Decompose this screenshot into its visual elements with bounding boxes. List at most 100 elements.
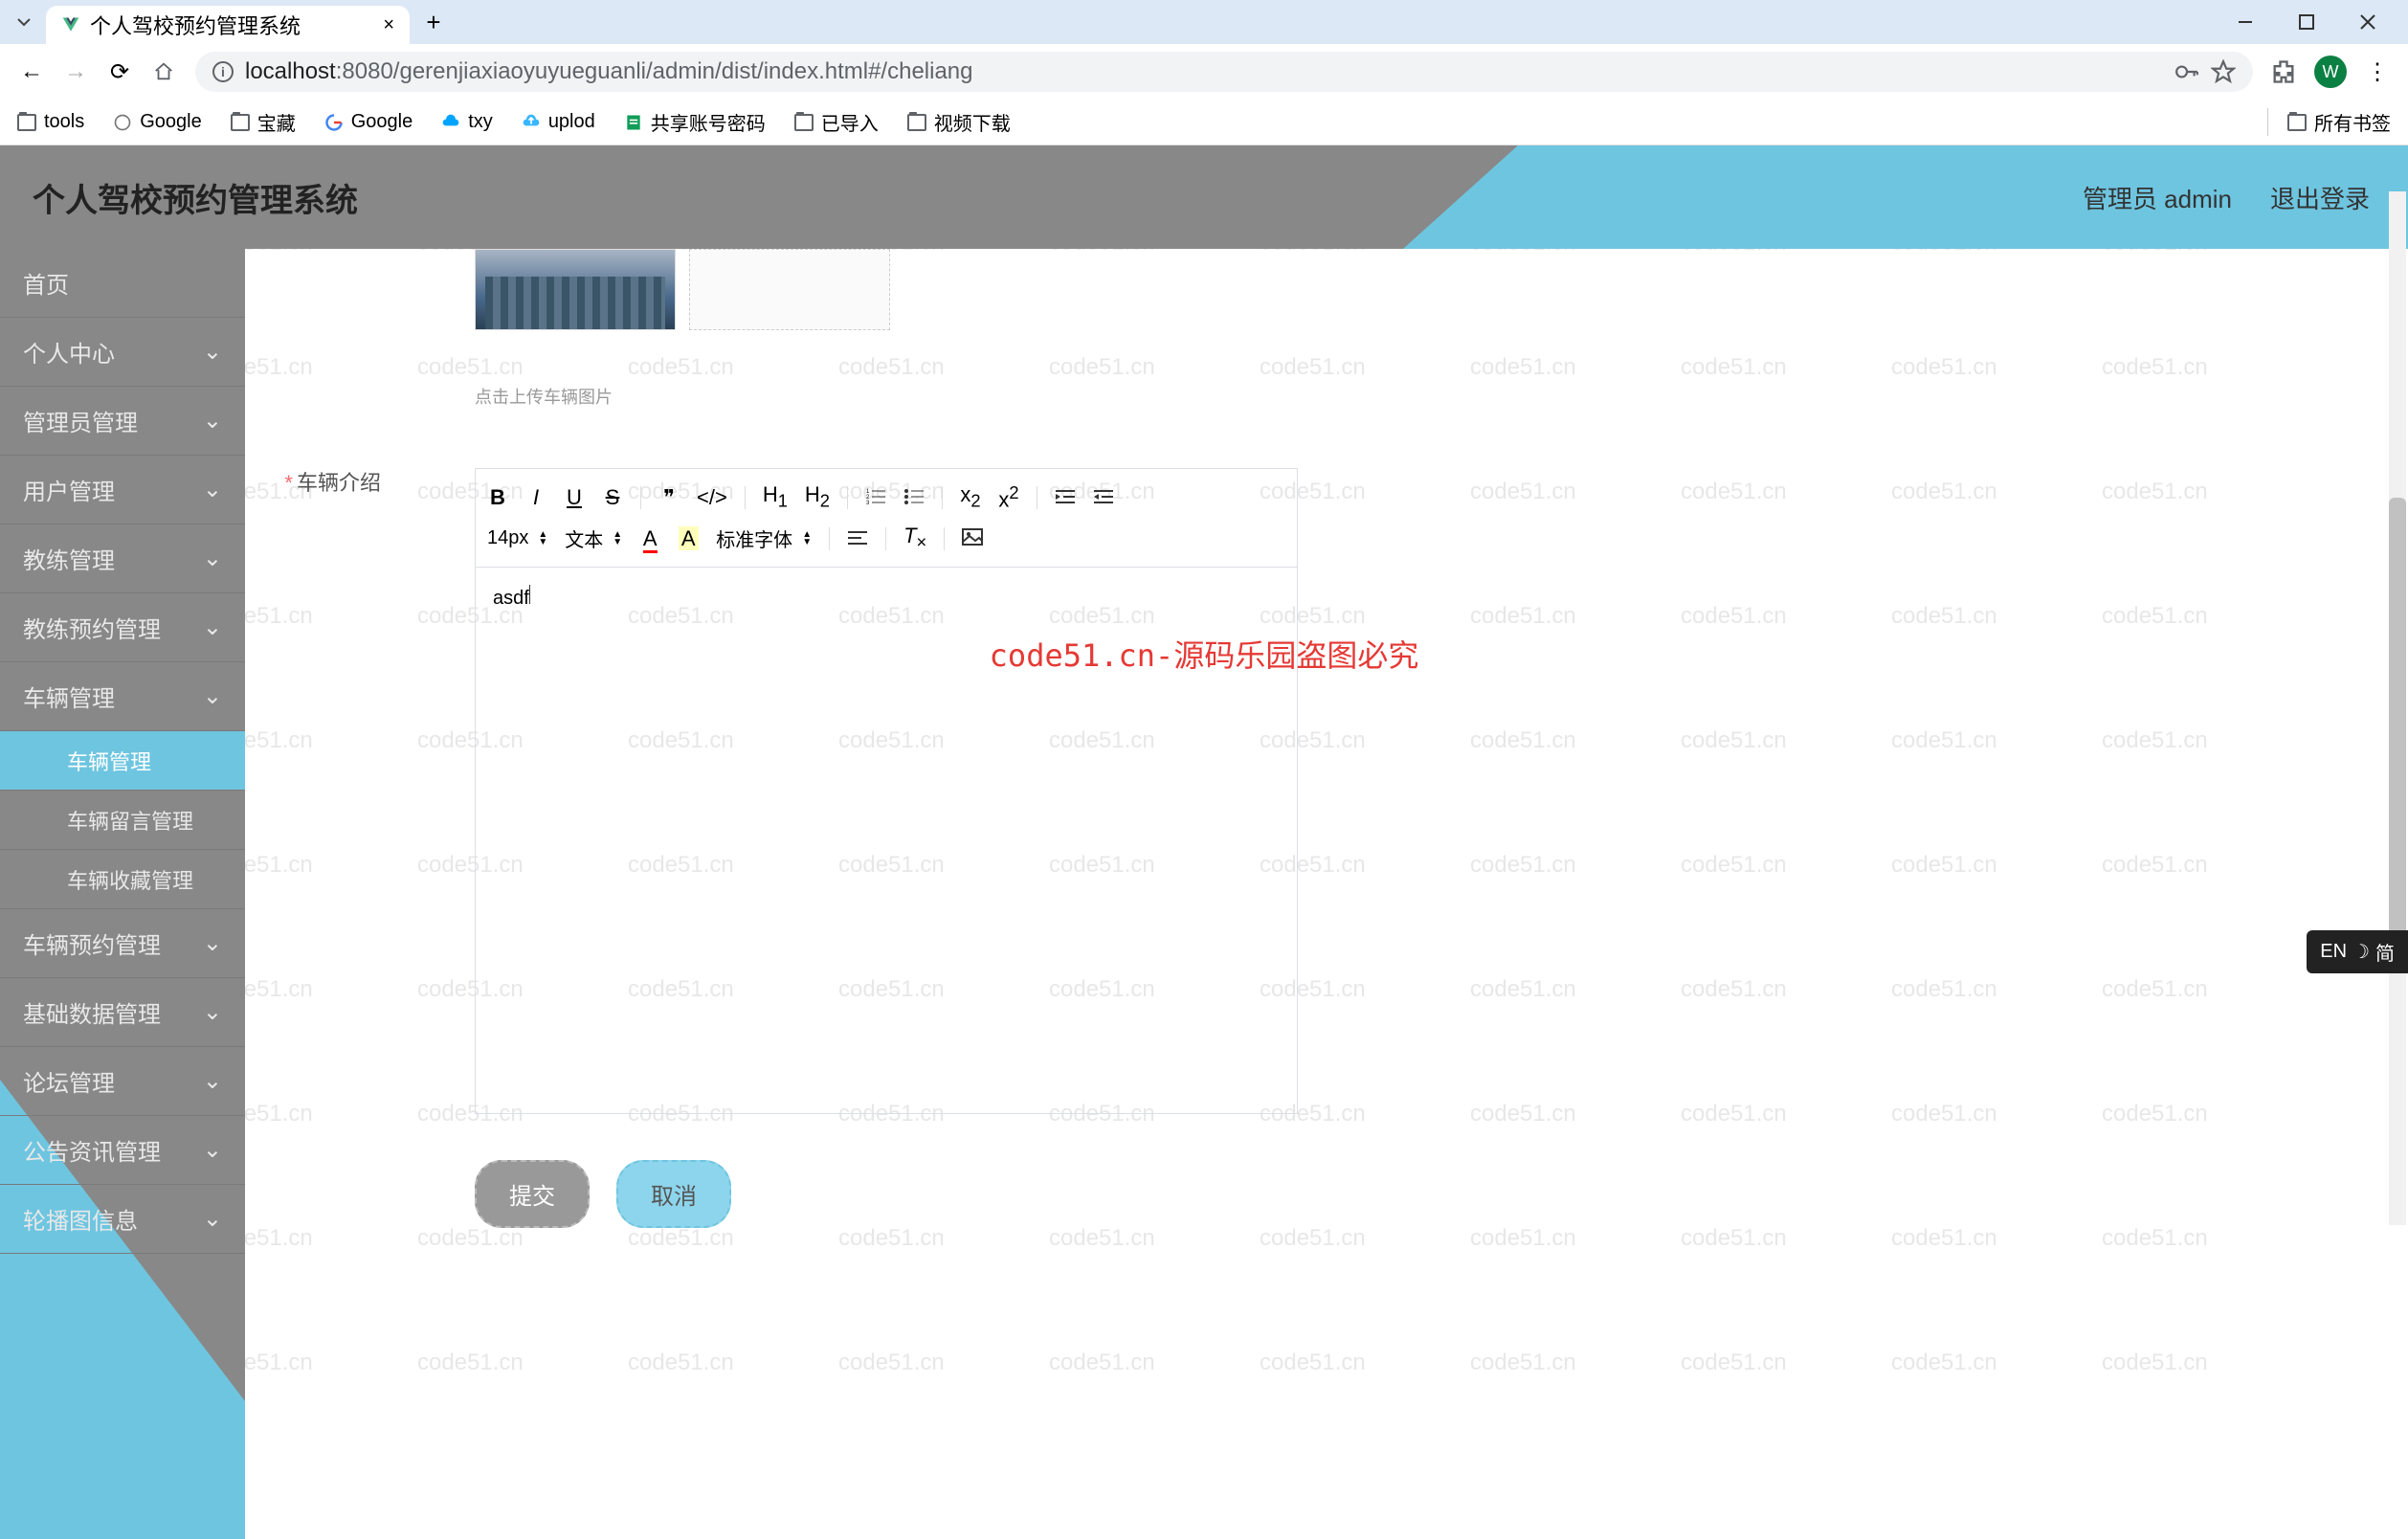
font-family-select[interactable]: 标准字体▲▼ xyxy=(716,524,812,552)
profile-avatar[interactable]: W xyxy=(2314,56,2347,88)
italic-button[interactable]: I xyxy=(525,485,546,510)
bg-color-button[interactable]: A xyxy=(678,526,699,551)
sidebar-item-coach-mgmt[interactable]: 教练管理⌄ xyxy=(0,524,245,593)
star-bookmark-icon[interactable] xyxy=(2211,59,2236,84)
ime-indicator[interactable]: EN ☽ 简 xyxy=(2307,930,2408,973)
tab-list-dropdown[interactable] xyxy=(10,8,38,36)
strike-button[interactable]: S xyxy=(602,485,623,510)
subscript-button[interactable]: x2 xyxy=(960,482,981,511)
chevron-down-icon: ⌄ xyxy=(203,613,222,641)
bold-button[interactable]: B xyxy=(487,485,508,510)
rich-text-editor: B I U S ❞ </> H1 H2 123 x2 xyxy=(475,468,1298,1114)
folder-icon xyxy=(2287,114,2307,131)
watermark-warning: code51.cn-源码乐园盗图必究 xyxy=(990,632,1419,676)
browser-tab-strip: 个人驾校预约管理系统 × + xyxy=(0,0,2408,44)
sidebar-item-vehicle-favorites[interactable]: 车辆收藏管理 xyxy=(0,850,245,909)
bookmark-imported[interactable]: 已导入 xyxy=(794,108,879,136)
sidebar-item-vehicle-comments[interactable]: 车辆留言管理 xyxy=(0,791,245,850)
text-style-select[interactable]: 文本▲▼ xyxy=(565,524,622,552)
underline-button[interactable]: U xyxy=(564,485,585,510)
folder-icon xyxy=(231,114,250,131)
address-bar[interactable]: i localhost:8080/gerenjiaxiaoyuyueguanli… xyxy=(195,52,2253,92)
sidebar-item-forum[interactable]: 论坛管理⌄ xyxy=(0,1047,245,1116)
sidebar-item-user-mgmt[interactable]: 用户管理⌄ xyxy=(0,456,245,524)
font-size-select[interactable]: 14px▲▼ xyxy=(487,527,547,549)
browser-tab-active[interactable]: 个人驾校预约管理系统 × xyxy=(46,6,410,44)
browser-toolbar: ← → ⟳ i localhost:8080/gerenjiaxiaoyuyue… xyxy=(0,44,2408,100)
sidebar-item-home[interactable]: 首页 xyxy=(0,249,245,318)
align-button[interactable] xyxy=(847,526,868,551)
chevron-down-icon: ⌄ xyxy=(203,1067,222,1095)
cloud-icon xyxy=(441,113,460,132)
bookmark-google-g[interactable]: Google xyxy=(324,111,413,133)
admin-label[interactable]: 管理员 admin xyxy=(2083,180,2232,215)
bookmark-google[interactable]: Google xyxy=(113,111,202,133)
bookmark-video-download[interactable]: 视频下载 xyxy=(907,108,1011,136)
scrollbar-thumb[interactable] xyxy=(2389,498,2406,957)
sidebar-item-vehicle-mgmt[interactable]: 车辆管理⌄ xyxy=(0,662,245,731)
tab-close-icon[interactable]: × xyxy=(383,14,394,36)
tab-title: 个人驾校预约管理系统 xyxy=(90,10,373,40)
clear-format-button[interactable]: T× xyxy=(903,524,926,552)
folder-icon xyxy=(907,114,926,131)
h1-button[interactable]: H1 xyxy=(763,482,788,511)
text-color-button[interactable]: A xyxy=(639,526,660,551)
window-controls xyxy=(2234,11,2398,33)
bookmark-shared-passwords[interactable]: 共享账号密码 xyxy=(624,108,766,136)
logout-link[interactable]: 退出登录 xyxy=(2270,180,2370,215)
upload-icon xyxy=(522,113,541,132)
upload-hint: 点击上传车辆图片 xyxy=(274,384,2379,409)
ordered-list-button[interactable]: 123 xyxy=(865,485,886,510)
chevron-down-icon: ⌄ xyxy=(203,998,222,1026)
password-key-icon[interactable] xyxy=(2174,59,2199,84)
chevron-down-icon: ⌄ xyxy=(203,1136,222,1164)
bookmark-upload[interactable]: uplod xyxy=(522,111,595,133)
form-actions: 提交 取消 xyxy=(274,1160,2379,1228)
chevron-down-icon: ⌄ xyxy=(203,682,222,710)
vehicle-image-thumb[interactable] xyxy=(475,249,676,330)
indent-decrease-button[interactable] xyxy=(1055,485,1076,510)
scrollbar[interactable] xyxy=(2389,191,2406,1225)
image-upload-row xyxy=(274,249,2379,330)
minimize-button[interactable] xyxy=(2234,11,2257,33)
sidebar-item-carousel[interactable]: 轮播图信息⌄ xyxy=(0,1185,245,1254)
quote-button[interactable]: ❞ xyxy=(658,485,680,510)
unordered-list-button[interactable] xyxy=(903,485,925,510)
site-info-icon[interactable]: i xyxy=(212,61,234,82)
insert-image-button[interactable] xyxy=(962,526,983,551)
reload-button[interactable]: ⟳ xyxy=(100,52,140,92)
home-button[interactable] xyxy=(144,52,184,92)
bookmark-treasure[interactable]: 宝藏 xyxy=(231,108,296,136)
close-window-button[interactable] xyxy=(2356,11,2379,33)
bookmark-tools[interactable]: tools xyxy=(17,111,84,133)
upload-slot[interactable] xyxy=(689,249,890,330)
sidebar-item-admin-mgmt[interactable]: 管理员管理⌄ xyxy=(0,387,245,456)
cancel-button[interactable]: 取消 xyxy=(616,1160,731,1228)
browser-menu-icon[interactable]: ⋮ xyxy=(2358,58,2397,86)
folder-icon xyxy=(794,114,814,131)
back-button[interactable]: ← xyxy=(11,52,52,92)
bookmark-txy[interactable]: txy xyxy=(441,111,493,133)
sidebar-item-coach-booking[interactable]: 教练预约管理⌄ xyxy=(0,593,245,662)
sidebar-item-vehicle-mgmt-sub[interactable]: 车辆管理 xyxy=(0,731,245,791)
sidebar-item-vehicle-booking[interactable]: 车辆预约管理⌄ xyxy=(0,909,245,978)
extensions-icon[interactable] xyxy=(2270,58,2297,85)
sidebar-item-announcements[interactable]: 公告资讯管理⌄ xyxy=(0,1116,245,1185)
sheet-icon xyxy=(624,113,643,132)
sidebar-item-basic-data[interactable]: 基础数据管理⌄ xyxy=(0,978,245,1047)
sidebar-item-personal[interactable]: 个人中心⌄ xyxy=(0,318,245,387)
h2-button[interactable]: H2 xyxy=(805,482,830,511)
svg-text:3: 3 xyxy=(866,501,870,504)
app-body: 首页 个人中心⌄ 管理员管理⌄ 用户管理⌄ 教练管理⌄ 教练预约管理⌄ 车辆管理… xyxy=(0,249,2408,1539)
superscript-button[interactable]: x2 xyxy=(998,482,1019,512)
new-tab-button[interactable]: + xyxy=(417,6,450,38)
indent-increase-button[interactable] xyxy=(1093,485,1114,510)
code-button[interactable]: </> xyxy=(697,485,727,510)
editor-toolbar: B I U S ❞ </> H1 H2 123 x2 xyxy=(476,469,1297,568)
all-bookmarks[interactable]: 所有书签 xyxy=(2287,108,2391,136)
forward-button[interactable]: → xyxy=(56,52,96,92)
chevron-down-icon: ⌄ xyxy=(203,545,222,572)
bookmarks-bar: tools Google 宝藏 Google txy uplod 共享账号密码 … xyxy=(0,100,2408,145)
submit-button[interactable]: 提交 xyxy=(475,1160,590,1228)
maximize-button[interactable] xyxy=(2295,11,2318,33)
